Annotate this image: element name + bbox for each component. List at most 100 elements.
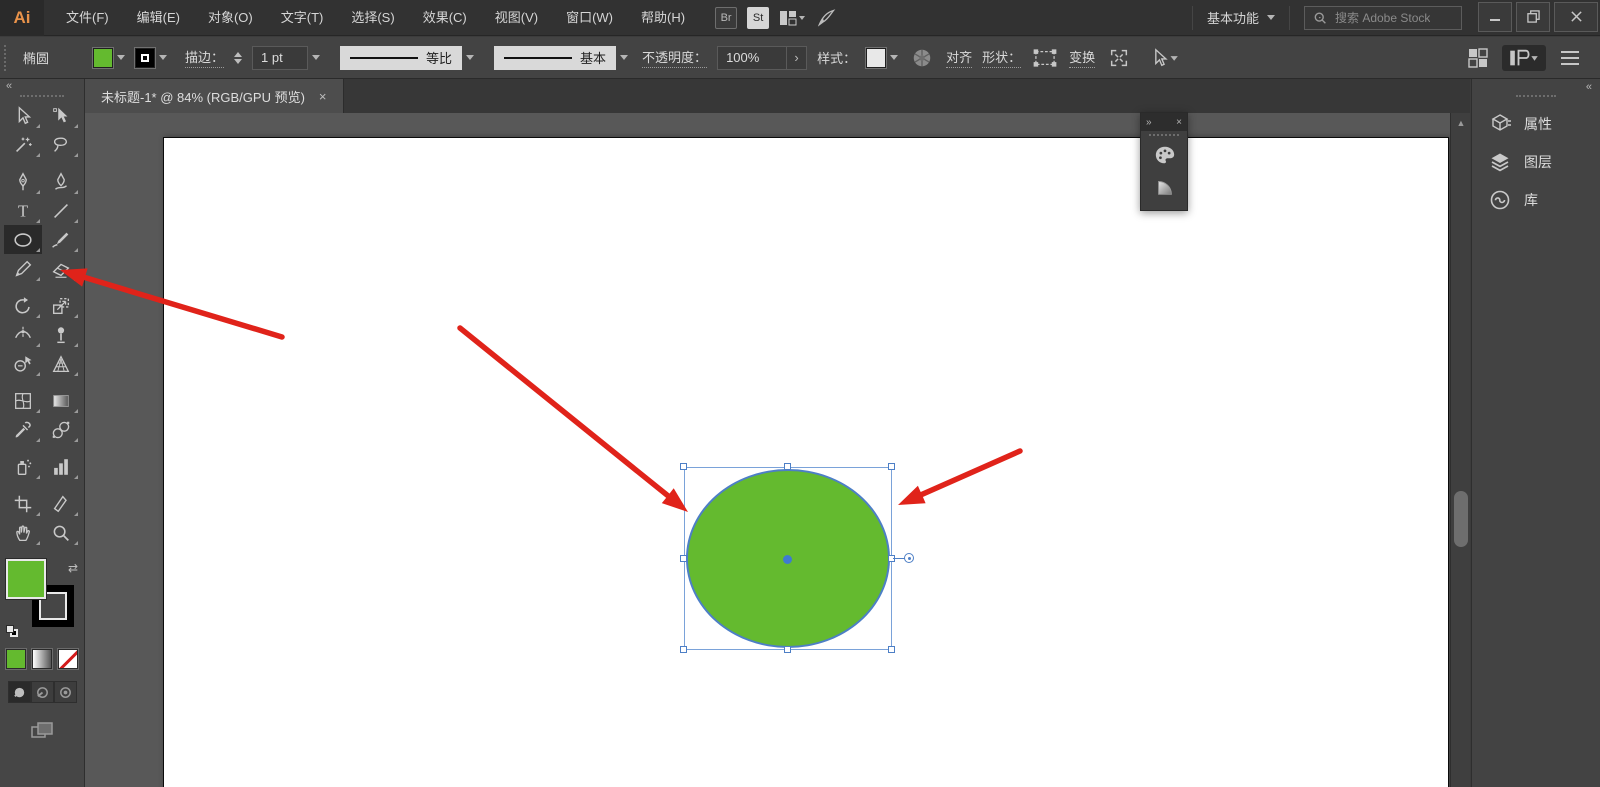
type-tool[interactable]: T [4, 196, 42, 225]
panel-tiles-icon[interactable] [1464, 45, 1492, 71]
hand-tool[interactable] [4, 518, 42, 547]
magic-wand-tool[interactable] [4, 130, 42, 159]
dock-item-库[interactable]: 库 [1472, 181, 1600, 219]
opacity-link[interactable]: 不透明度： [642, 47, 707, 68]
pen-tool[interactable] [4, 167, 42, 196]
menu-item[interactable]: 窗口(W) [552, 0, 627, 36]
stroke-weight-field[interactable]: 1 pt [252, 46, 308, 70]
color-palette-icon[interactable] [1141, 139, 1189, 171]
panel-expand-icon[interactable]: » [1146, 117, 1152, 128]
eyedropper-tool[interactable] [4, 415, 42, 444]
draw-behind-mode-icon[interactable] [31, 681, 54, 703]
blend-tool[interactable] [42, 415, 80, 444]
app-logo-icon[interactable]: Ai [0, 0, 44, 36]
gradient-tool[interactable] [42, 386, 80, 415]
gradient-button[interactable] [32, 649, 52, 669]
handle-bottom-right[interactable] [888, 646, 895, 653]
stroke-weight-stepper[interactable] [234, 52, 242, 64]
handle-top-right[interactable] [888, 463, 895, 470]
direct-selection-tool[interactable] [42, 101, 80, 130]
swap-fill-stroke-icon[interactable]: ⇄ [68, 561, 78, 575]
artboard[interactable] [163, 137, 1449, 787]
artboard-tool[interactable] [4, 489, 42, 518]
menu-item[interactable]: 效果(C) [409, 0, 481, 36]
select-similar-objects-icon[interactable] [1143, 45, 1187, 71]
stroke-weight-dropdown[interactable] [308, 46, 324, 70]
draw-normal-mode-icon[interactable] [8, 681, 31, 703]
dock-grip[interactable] [1516, 95, 1556, 97]
handle-bottom-center[interactable] [784, 646, 791, 653]
control-bar-grip[interactable] [4, 45, 9, 71]
stroke-color-picker[interactable] [135, 48, 167, 68]
ellipse-tool[interactable] [4, 225, 42, 254]
restore-down-button[interactable] [1516, 2, 1550, 32]
handle-top-left[interactable] [680, 463, 687, 470]
puppet-warp-tool[interactable] [42, 320, 80, 349]
bridge-icon[interactable]: Br [715, 7, 737, 29]
handle-top-center[interactable] [784, 463, 791, 470]
center-point[interactable] [783, 555, 792, 564]
draw-inside-mode-icon[interactable] [54, 681, 77, 703]
scroll-up-icon[interactable]: ▲ [1455, 117, 1467, 129]
dock-collapse-icon[interactable]: « [1586, 81, 1592, 93]
column-graph-tool[interactable] [42, 452, 80, 481]
panel-close-icon[interactable]: × [1176, 117, 1182, 128]
symbol-sprayer-tool[interactable] [4, 452, 42, 481]
close-button[interactable] [1554, 2, 1598, 32]
align-link[interactable]: 对齐 [946, 47, 972, 68]
fill-color-picker[interactable] [93, 48, 125, 68]
stock-icon[interactable]: St [747, 7, 769, 29]
default-fill-stroke-icon[interactable] [6, 625, 20, 637]
width-profile-dropdown[interactable]: 等比 [340, 46, 462, 70]
toolbar-grip[interactable] [20, 95, 64, 97]
slice-tool[interactable] [42, 489, 80, 518]
panel-grip[interactable] [1149, 134, 1179, 136]
width-tool[interactable] [4, 320, 42, 349]
fill-color-well[interactable] [6, 559, 46, 599]
menu-item[interactable]: 选择(S) [337, 0, 408, 36]
stock-search-input[interactable]: 搜索 Adobe Stock [1304, 6, 1462, 30]
scrollbar-thumb[interactable] [1454, 491, 1468, 547]
rotate-tool[interactable] [4, 291, 42, 320]
document-tab[interactable]: 未标题-1* @ 84% (RGB/GPU 预览) × [85, 79, 344, 113]
transform-link[interactable]: 变换 [1069, 47, 1095, 68]
change-screen-mode-icon[interactable] [27, 719, 57, 743]
fill-swatch[interactable] [93, 48, 113, 68]
menu-list-icon[interactable] [1556, 45, 1584, 71]
paintbrush-tool[interactable] [42, 225, 80, 254]
arrange-documents-icon[interactable] [779, 10, 805, 26]
curvature-tool[interactable] [42, 167, 80, 196]
stroke-swatch[interactable] [135, 48, 155, 68]
menu-item[interactable]: 视图(V) [481, 0, 552, 36]
menu-item[interactable]: 对象(O) [194, 0, 267, 36]
lasso-tool[interactable] [42, 130, 80, 159]
shape-properties-icon[interactable] [1031, 45, 1059, 71]
dock-item-图层[interactable]: 图层 [1472, 143, 1600, 181]
menu-item[interactable]: 编辑(E) [123, 0, 194, 36]
share-icon[interactable] [815, 8, 837, 28]
workspace-switcher[interactable]: 基本功能 [1192, 6, 1290, 30]
perspective-grid-tool[interactable] [42, 349, 80, 378]
minimize-button[interactable] [1478, 2, 1512, 32]
menu-item[interactable]: 帮助(H) [627, 0, 699, 36]
zoom-tool[interactable] [42, 518, 80, 547]
handle-bottom-left[interactable] [680, 646, 687, 653]
dock-item-属性[interactable]: 属性 [1472, 105, 1600, 143]
recolor-artwork-icon[interactable] [908, 45, 936, 71]
brush-definition-dropdown[interactable]: 基本 [494, 46, 616, 70]
eraser-tool[interactable] [42, 254, 80, 283]
canvas-pasteboard[interactable] [85, 113, 1450, 787]
width-profile-chevron[interactable] [462, 46, 478, 70]
opacity-field[interactable]: 100% [717, 46, 787, 70]
gradient-quarter-icon[interactable] [1141, 171, 1189, 203]
mesh-tool[interactable] [4, 386, 42, 415]
handle-middle-left[interactable] [680, 555, 687, 562]
isolate-selected-object-icon[interactable] [1105, 45, 1133, 71]
style-swatch[interactable] [866, 48, 886, 68]
scale-tool[interactable] [42, 291, 80, 320]
properties-panel-toggle[interactable] [1502, 45, 1546, 71]
brush-definition-chevron[interactable] [616, 46, 632, 70]
shape-link[interactable]: 形状： [982, 47, 1021, 68]
shaper-tool[interactable] [4, 254, 42, 283]
style-picker[interactable] [866, 48, 898, 68]
